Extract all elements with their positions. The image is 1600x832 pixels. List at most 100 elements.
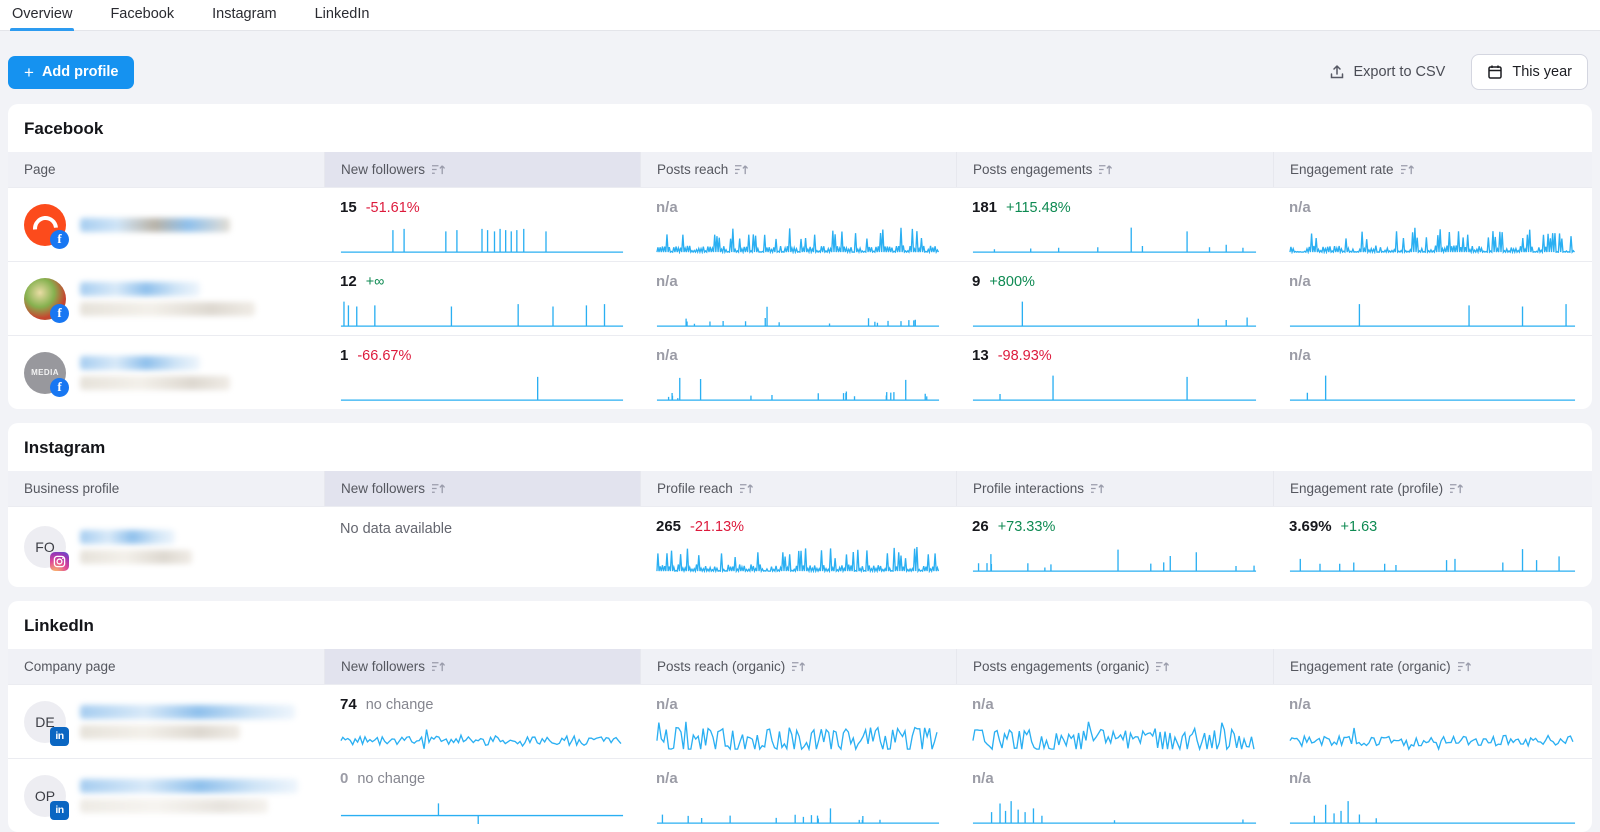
metric-delta: -51.61% <box>366 200 420 216</box>
column-header-company-page: Company page <box>8 649 324 684</box>
add-profile-button[interactable]: + Add profile <box>8 56 134 89</box>
table-row: MEDIA f 1-66.67% n/a 13-98.93% n/a <box>8 335 1592 409</box>
metric-delta: +73.33% <box>998 519 1056 535</box>
metric-value: n/a <box>1289 770 1311 787</box>
metric-value: 12 <box>340 273 357 290</box>
column-header-posts-engagements-organic[interactable]: Posts engagements (organic) <box>956 649 1273 684</box>
metric-cell-engagement-rate: n/a <box>1273 262 1592 335</box>
column-header-profile-reach[interactable]: Profile reach <box>640 471 956 506</box>
add-profile-label: Add profile <box>42 64 119 80</box>
sort-icon <box>1449 482 1464 495</box>
export-csv-button[interactable]: Export to CSV <box>1329 64 1445 80</box>
column-header-engagement-rate-profile[interactable]: Engagement rate (profile) <box>1273 471 1592 506</box>
instagram-table-header: Business profile New followers Profile r… <box>8 471 1592 506</box>
column-header-profile-interactions[interactable]: Profile interactions <box>956 471 1273 506</box>
metric-value: 13 <box>972 347 989 364</box>
sparkline-chart <box>340 793 624 825</box>
sort-icon <box>1155 660 1170 673</box>
metric-cell-new-followers: 15-51.61% <box>324 188 640 261</box>
export-csv-label: Export to CSV <box>1353 64 1445 80</box>
metric-value: n/a <box>1289 199 1311 216</box>
sort-icon <box>1457 660 1472 673</box>
column-header-new-followers[interactable]: New followers <box>324 649 640 684</box>
sparkline-chart <box>972 370 1257 402</box>
avatar: MEDIA f <box>24 352 66 394</box>
metric-cell-new-followers: 74no change <box>324 685 640 758</box>
profile-cell[interactable]: MEDIA f <box>8 336 324 409</box>
sort-icon <box>1098 163 1113 176</box>
metric-cell-posts-reach-organic: n/a <box>640 759 956 832</box>
metric-cell-posts-reach: n/a <box>640 262 956 335</box>
metric-value: n/a <box>656 347 678 364</box>
sparkline-chart <box>972 793 1257 825</box>
export-icon <box>1329 64 1345 80</box>
profile-name-redacted <box>80 282 255 316</box>
column-header-engagement-rate[interactable]: Engagement rate <box>1273 152 1592 187</box>
sparkline-chart <box>340 296 624 328</box>
sparkline-chart <box>656 719 940 751</box>
sparkline-chart <box>1289 719 1576 751</box>
column-header-posts-reach[interactable]: Posts reach <box>640 152 956 187</box>
metric-cell-engagement-rate: n/a <box>1273 188 1592 261</box>
profile-name-redacted <box>80 356 230 390</box>
avatar-text: MEDIA <box>31 368 59 377</box>
metric-cell-posts-reach-organic: n/a <box>640 685 956 758</box>
profile-cell[interactable]: FO <box>8 507 324 587</box>
date-range-button[interactable]: This year <box>1471 54 1588 90</box>
sparkline-chart <box>1289 222 1576 254</box>
profile-cell[interactable]: f <box>8 262 324 335</box>
facebook-badge-icon: f <box>50 304 69 323</box>
metric-value: n/a <box>656 696 678 713</box>
instagram-badge-icon <box>50 552 69 571</box>
profile-cell[interactable]: DE in <box>8 685 324 758</box>
metric-value: n/a <box>656 199 678 216</box>
metric-cell-posts-engagements: 181+115.48% <box>956 188 1273 261</box>
metric-value: n/a <box>656 770 678 787</box>
metric-delta: -66.67% <box>357 348 411 364</box>
section-title-facebook: Facebook <box>8 104 1592 152</box>
profile-name-redacted <box>80 705 295 739</box>
column-header-new-followers[interactable]: New followers <box>324 152 640 187</box>
metric-cell-posts-engagements: 9+800% <box>956 262 1273 335</box>
sort-icon <box>1090 482 1105 495</box>
tab-overview[interactable]: Overview <box>10 0 74 30</box>
metric-cell-new-followers: 0no change <box>324 759 640 832</box>
table-row: f 15-51.61% n/a 181+115.48% n/a <box>8 187 1592 261</box>
metric-cell-engagement-rate-organic: n/a <box>1273 759 1592 832</box>
sparkline-chart <box>972 541 1257 573</box>
metric-delta: -98.93% <box>998 348 1052 364</box>
profile-name-redacted <box>80 218 230 232</box>
profile-cell[interactable]: OP in <box>8 759 324 832</box>
sparkline-chart <box>656 541 940 573</box>
column-header-posts-engagements[interactable]: Posts engagements <box>956 152 1273 187</box>
metric-delta: +1.63 <box>1341 519 1378 535</box>
plus-icon: + <box>24 64 34 81</box>
metric-cell-engagement-rate: n/a <box>1273 336 1592 409</box>
metric-value: 26 <box>972 518 989 535</box>
profile-cell[interactable]: f <box>8 188 324 261</box>
column-header-posts-reach-organic[interactable]: Posts reach (organic) <box>640 649 956 684</box>
column-header-new-followers[interactable]: New followers <box>324 471 640 506</box>
metric-cell-posts-engagements: 13 -98.93% <box>956 336 1273 409</box>
section-title-instagram: Instagram <box>8 423 1592 471</box>
column-header-engagement-rate-organic[interactable]: Engagement rate (organic) <box>1273 649 1592 684</box>
sparkline-chart <box>972 296 1257 328</box>
tab-facebook[interactable]: Facebook <box>108 0 176 30</box>
table-row: OP in 0no change n/a n/a n/a <box>8 758 1592 832</box>
tab-instagram[interactable]: Instagram <box>210 0 278 30</box>
sort-icon <box>431 163 446 176</box>
metric-cell-posts-engagements-organic: n/a <box>956 759 1273 832</box>
sparkline-chart <box>1289 541 1576 573</box>
sparkline-chart <box>972 719 1257 751</box>
metric-value: n/a <box>656 273 678 290</box>
no-data-label: No data available <box>340 518 624 537</box>
table-row: DE in 74no change n/a n/a n/a <box>8 684 1592 758</box>
tab-linkedin[interactable]: LinkedIn <box>313 0 372 30</box>
sort-icon <box>431 660 446 673</box>
metric-value: n/a <box>1289 273 1311 290</box>
facebook-section-card: Facebook Page New followers Posts reach … <box>8 104 1592 409</box>
metric-delta: no change <box>357 771 425 787</box>
linkedin-table-header: Company page New followers Posts reach (… <box>8 649 1592 684</box>
facebook-badge-icon: f <box>50 230 69 249</box>
metric-delta: -21.13% <box>690 519 744 535</box>
